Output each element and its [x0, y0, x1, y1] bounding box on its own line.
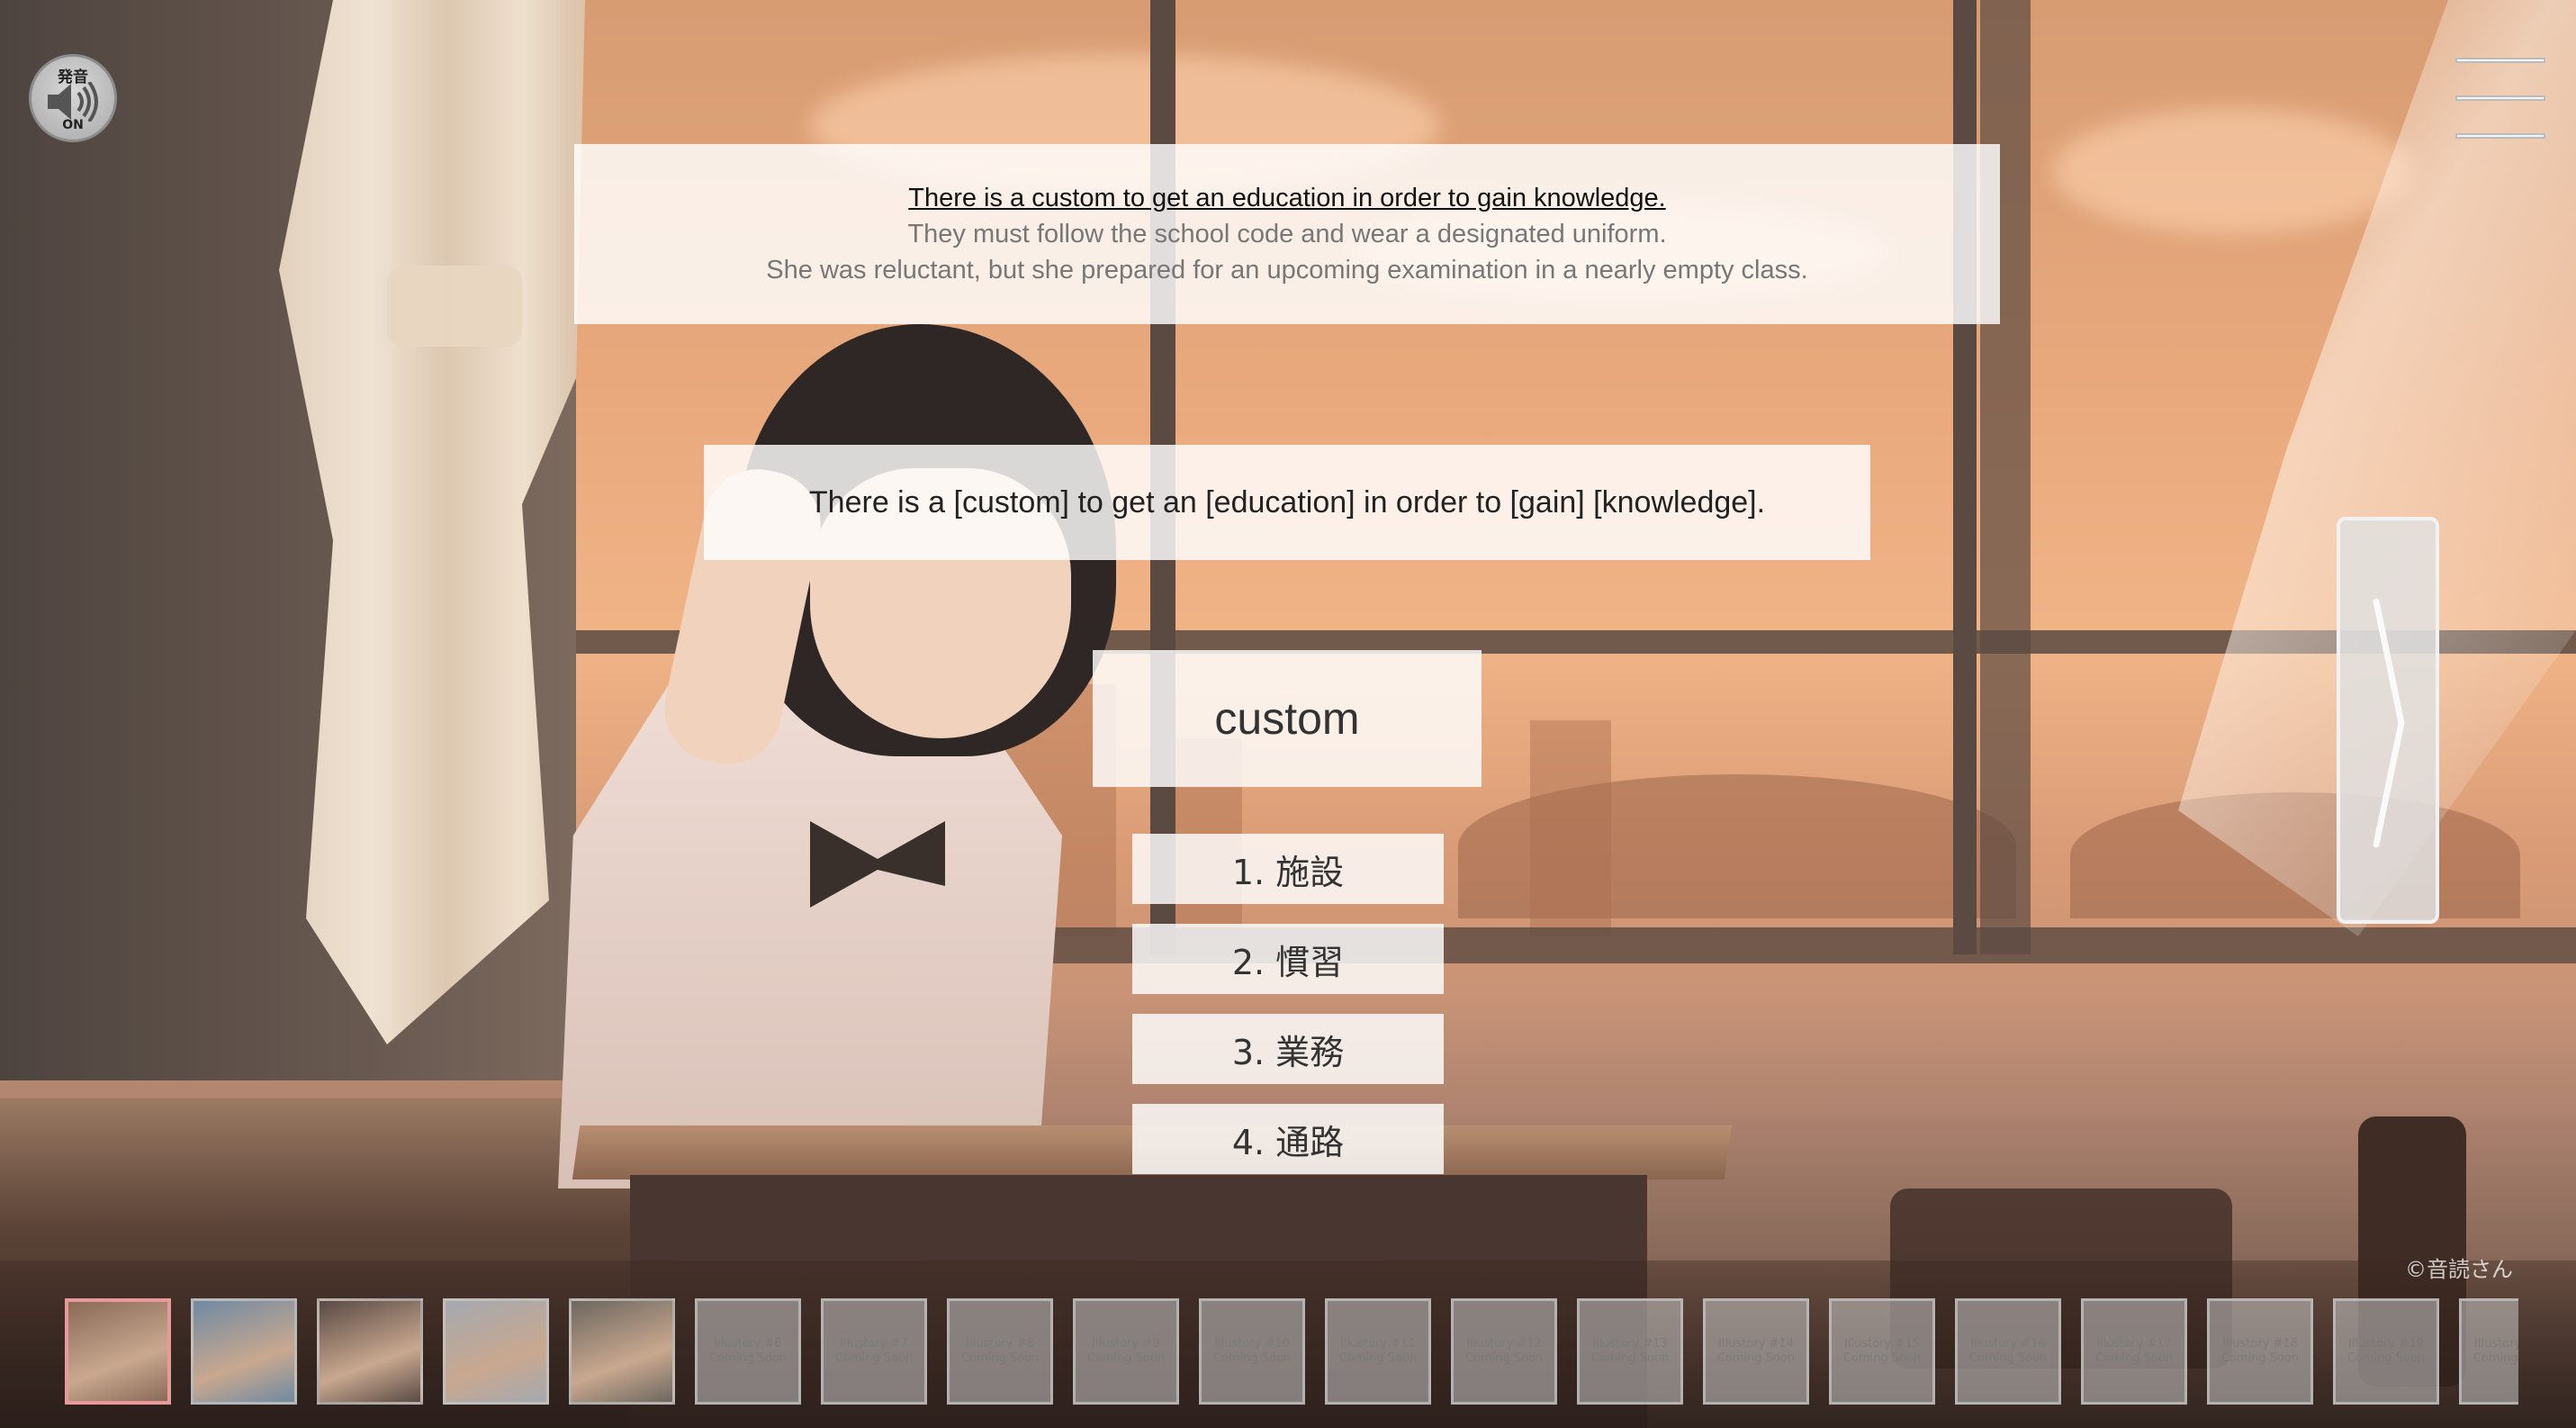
choice-2-button[interactable]: 2. 慣習 [1132, 924, 1444, 994]
thumbnail-title: Illustory #7 [840, 1337, 908, 1351]
chevron-right-icon [2373, 598, 2405, 848]
thumbnail-status: Coming Soon [1338, 1351, 1418, 1365]
thumbnail-placeholder: Illustory #7 Coming Soon [824, 1301, 924, 1402]
question-sentence: There is a [custom] to get an [education… [704, 445, 1870, 560]
thumbnail-placeholder: Illustory #6 Coming Soon [698, 1301, 798, 1402]
window-frame [1953, 0, 1977, 954]
locked-scene-thumbnail[interactable]: Illustory #13 Coming Soon [1577, 1298, 1683, 1405]
thumbnail-title: Illustory #8 [966, 1337, 1034, 1351]
choice-4-button[interactable]: 4. 通路 [1132, 1104, 1444, 1174]
locked-scene-thumbnail[interactable]: Illustory #15 Coming Soon [1829, 1298, 1935, 1405]
choice-3-button[interactable]: 3. 業務 [1132, 1014, 1444, 1084]
locked-scene-thumbnail[interactable]: Illustory #8 Coming Soon [947, 1298, 1053, 1405]
locked-scene-thumbnail[interactable]: Illustory #16 Coming Soon [1955, 1298, 2061, 1405]
thumbnail-title: Illustory #18 [2222, 1337, 2298, 1351]
locked-scene-thumbnail[interactable]: Illustory #20Coming Soon [2459, 1298, 2518, 1405]
thumbnail-placeholder: Illustory #13 Coming Soon [1580, 1301, 1680, 1402]
next-sentence: She was reluctant, but she prepared for … [766, 256, 1808, 285]
scene-thumbnail[interactable] [65, 1298, 171, 1405]
girl-shirt [558, 684, 1062, 1188]
thumbnail-title: Illustory #9 [1092, 1337, 1160, 1351]
thumbnail-placeholder: Illustory #18 Coming Soon [2210, 1301, 2310, 1402]
target-word: custom [1093, 650, 1482, 787]
thumbnail-title: Illustory #12 [1466, 1337, 1542, 1351]
game-stage: 発音 ON There is a custom to get an educat… [0, 0, 2576, 1428]
scene-thumbnail[interactable] [191, 1298, 297, 1405]
thumbnail-title: Illustory #10 [1214, 1337, 1290, 1351]
thumbnail-title: Illustory #13 [1592, 1337, 1668, 1351]
thumbnail-title: Illustory #16 [1970, 1337, 2046, 1351]
thumbnail-title: Illustory #14 [1718, 1337, 1794, 1351]
thumbnail-placeholder: Illustory #20Coming Soon [2462, 1301, 2518, 1402]
thumbnail-status: Coming Soon [1212, 1351, 1292, 1365]
locked-scene-thumbnail[interactable]: Illustory #7 Coming Soon [821, 1298, 927, 1405]
thumbnail-status: Coming Soon [1590, 1351, 1670, 1365]
locked-scene-thumbnail[interactable]: Illustory #12 Coming Soon [1451, 1298, 1557, 1405]
thumbnail-title: Illustory #15 [1844, 1337, 1920, 1351]
thumbnail-status: Coming Soon [2220, 1351, 2300, 1365]
thumbnail-status: Coming Soon [960, 1351, 1040, 1365]
thumbnail-placeholder: Illustory #19 Coming Soon [2336, 1301, 2436, 1402]
thumbnail-placeholder: Illustory #8 Coming Soon [950, 1301, 1050, 1402]
thumbnail-placeholder: Illustory #15 Coming Soon [1832, 1301, 1932, 1402]
locked-scene-thumbnail[interactable]: Illustory #10 Coming Soon [1199, 1298, 1305, 1405]
sound-toggle-button[interactable]: 発音 ON [29, 54, 117, 142]
thumbnail-placeholder: Illustory #10 Coming Soon [1202, 1301, 1302, 1402]
thumbnail-status: Coming Soon [708, 1351, 788, 1365]
thumbnail-status: Coming Soon [2094, 1351, 2174, 1365]
thumbnail-status: Coming Soon [1716, 1351, 1796, 1365]
next-sentence: They must follow the school code and wea… [907, 220, 1667, 249]
thumbnail-placeholder: Illustory #17 Coming Soon [2084, 1301, 2184, 1402]
thumbnail-status: Coming Soon [1086, 1351, 1166, 1365]
current-sentence: There is a custom to get an education in… [908, 184, 1666, 212]
thumbnail-status: Coming Soon [834, 1351, 914, 1365]
thumbnail-status: Coming Soon [2472, 1351, 2518, 1365]
locked-scene-thumbnail[interactable]: Illustory #9 Coming Soon [1073, 1298, 1179, 1405]
sentence-panel: There is a custom to get an education in… [574, 144, 2000, 324]
thumbnail-placeholder: Illustory #12 Coming Soon [1454, 1301, 1554, 1402]
locked-scene-thumbnail[interactable]: Illustory #6 Coming Soon [695, 1298, 801, 1405]
thumbnail-title: Illustory #6 [714, 1337, 782, 1351]
thumbnail-status: Coming Soon [2346, 1351, 2426, 1365]
menu-icon[interactable] [2455, 58, 2545, 144]
cloud [2052, 108, 2412, 234]
thumbnail-status: Coming Soon [1842, 1351, 1922, 1365]
thumbnail-title: Illustory #17 [2096, 1337, 2172, 1351]
thumbnail-title: Illustory #11 [1340, 1337, 1416, 1351]
speaker-icon [48, 82, 98, 122]
thumbnail-placeholder: Illustory #14 Coming Soon [1706, 1301, 1806, 1402]
thumbnail-placeholder: Illustory #9 Coming Soon [1076, 1301, 1176, 1402]
locked-scene-thumbnail[interactable]: Illustory #11 Coming Soon [1325, 1298, 1431, 1405]
curtain-tie [387, 266, 522, 347]
locked-scene-thumbnail[interactable]: Illustory #19 Coming Soon [2333, 1298, 2439, 1405]
locked-scene-thumbnail[interactable]: Illustory #14 Coming Soon [1703, 1298, 1809, 1405]
thumbnail-title: Illustory #20 [2474, 1337, 2518, 1351]
thumbnail-status: Coming Soon [1464, 1351, 1544, 1365]
building [1530, 720, 1611, 936]
locked-scene-thumbnail[interactable]: Illustory #17 Coming Soon [2081, 1298, 2187, 1405]
scene-thumbnail[interactable] [443, 1298, 549, 1405]
choice-1-button[interactable]: 1. 施設 [1132, 834, 1444, 904]
thumbnail-placeholder: Illustory #16 Coming Soon [1958, 1301, 2058, 1402]
scene-thumbnail-strip: Illustory #6 Coming Soon Illustory #7 Comin… [65, 1298, 2518, 1408]
thumbnail-status: Coming Soon [1968, 1351, 2048, 1365]
thumbnail-title: Illustory #19 [2348, 1337, 2424, 1351]
locked-scene-thumbnail[interactable]: Illustory #18 Coming Soon [2207, 1298, 2313, 1405]
scene-thumbnail[interactable] [317, 1298, 423, 1405]
sound-status: ON [62, 118, 84, 132]
scene-thumbnail[interactable] [569, 1298, 675, 1405]
next-button[interactable] [2337, 517, 2439, 924]
thumbnail-placeholder: Illustory #11 Coming Soon [1328, 1301, 1428, 1402]
window-frame [1980, 0, 2031, 954]
copyright-text: ©音読さん [2405, 1257, 2513, 1282]
